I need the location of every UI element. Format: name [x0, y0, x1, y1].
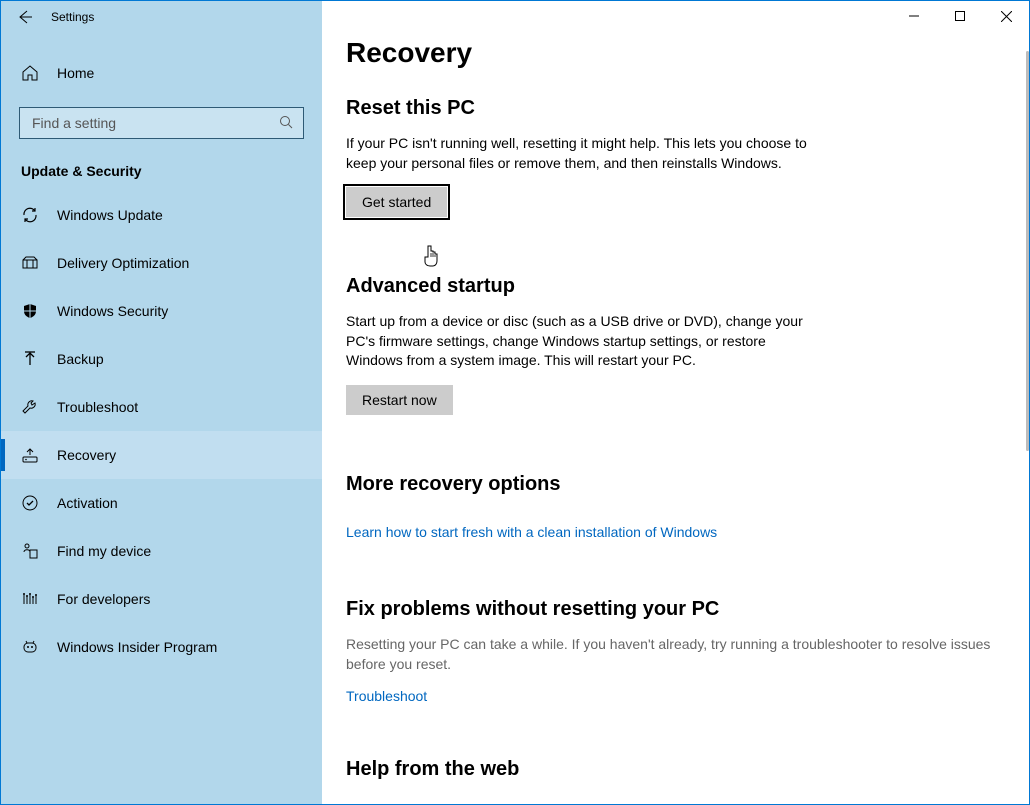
delivery-icon [21, 254, 41, 272]
sidebar-item-label: Delivery Optimization [57, 255, 189, 271]
sidebar-item-label: Windows Security [57, 303, 168, 319]
settings-window: Settings Home Update & Security Windo [0, 0, 1030, 805]
titlebar-left: Settings [1, 1, 322, 33]
home-icon [21, 64, 41, 82]
sidebar-item-windows-insider[interactable]: Windows Insider Program [1, 623, 322, 671]
search-input[interactable] [30, 114, 279, 132]
more-title: More recovery options [346, 473, 1029, 496]
sidebar-item-backup[interactable]: Backup [1, 335, 322, 383]
check-circle-icon [21, 494, 41, 512]
home-nav[interactable]: Home [1, 51, 322, 95]
wrench-icon [21, 398, 41, 416]
search-icon [279, 115, 293, 132]
insider-icon [21, 638, 41, 656]
sidebar-item-label: Find my device [57, 543, 151, 559]
search-input-container[interactable] [19, 107, 304, 139]
upload-icon [21, 350, 41, 368]
fix-desc: Resetting your PC can take a while. If y… [346, 635, 996, 674]
nav-list: Windows Update Delivery Optimization Win… [1, 191, 322, 671]
content-area: Recovery Reset this PC If your PC isn't … [322, 1, 1029, 804]
find-device-icon [21, 542, 41, 560]
reset-title: Reset this PC [346, 97, 1029, 120]
sidebar-item-for-developers[interactable]: For developers [1, 575, 322, 623]
fresh-install-link[interactable]: Learn how to start fresh with a clean in… [346, 524, 717, 540]
sync-icon [21, 206, 41, 224]
sidebar-item-recovery[interactable]: Recovery [1, 431, 322, 479]
sidebar-item-label: Windows Update [57, 207, 163, 223]
sidebar-item-windows-update[interactable]: Windows Update [1, 191, 322, 239]
advanced-desc: Start up from a device or disc (such as … [346, 312, 816, 371]
fix-title: Fix problems without resetting your PC [346, 598, 1029, 621]
home-label: Home [57, 65, 94, 81]
sidebar-item-label: For developers [57, 591, 150, 607]
back-button[interactable] [15, 9, 35, 25]
advanced-title: Advanced startup [346, 275, 1029, 298]
sidebar-item-label: Recovery [57, 447, 116, 463]
sidebar-item-label: Backup [57, 351, 104, 367]
sidebar-item-find-my-device[interactable]: Find my device [1, 527, 322, 575]
help-title: Help from the web [346, 758, 1029, 781]
sidebar-item-activation[interactable]: Activation [1, 479, 322, 527]
sidebar-item-delivery-optimization[interactable]: Delivery Optimization [1, 239, 322, 287]
troubleshoot-link[interactable]: Troubleshoot [346, 688, 427, 704]
sidebar-item-label: Windows Insider Program [57, 639, 217, 655]
shield-icon [21, 302, 41, 320]
sidebar-section-title: Update & Security [1, 139, 322, 191]
sidebar-item-windows-security[interactable]: Windows Security [1, 287, 322, 335]
sidebar-item-troubleshoot[interactable]: Troubleshoot [1, 383, 322, 431]
page-title: Recovery [346, 37, 1029, 69]
sidebar: Settings Home Update & Security Windo [1, 1, 322, 804]
scrollbar[interactable] [1026, 51, 1029, 451]
recovery-icon [21, 446, 41, 464]
sidebar-item-label: Activation [57, 495, 118, 511]
developers-icon [21, 590, 41, 608]
sidebar-item-label: Troubleshoot [57, 399, 138, 415]
main-content: Recovery Reset this PC If your PC isn't … [322, 1, 1029, 804]
restart-now-button[interactable]: Restart now [346, 385, 453, 415]
app-title: Settings [51, 10, 94, 24]
get-started-button[interactable]: Get started [346, 187, 447, 217]
reset-desc: If your PC isn't running well, resetting… [346, 134, 816, 173]
